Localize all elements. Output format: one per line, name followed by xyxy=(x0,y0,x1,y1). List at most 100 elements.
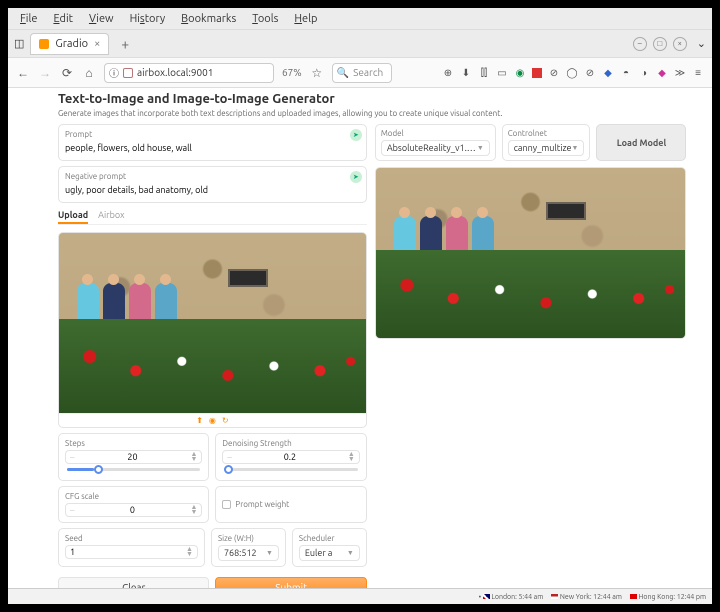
download-icon[interactable]: ⬇ xyxy=(460,67,472,79)
dice-icon[interactable]: ↻ xyxy=(222,416,229,425)
tab-close-icon[interactable]: × xyxy=(94,38,100,50)
neg-prompt-send-icon[interactable]: ➤ xyxy=(350,171,362,183)
menu-help[interactable]: Help xyxy=(286,11,325,27)
os-taskbar: • London: 5:44 am New York: 12:44 am Hon… xyxy=(8,588,712,604)
denoise-label: Denoising Strength xyxy=(222,439,359,448)
tab-airbox[interactable]: Airbox xyxy=(98,208,124,224)
new-tab-button[interactable]: + xyxy=(115,36,135,52)
browser-tab[interactable]: Gradio × xyxy=(30,33,109,55)
camera-icon[interactable]: ◉ xyxy=(209,416,216,425)
controlnet-dropdown[interactable]: canny_multize▼ xyxy=(508,140,585,156)
reader-icon[interactable]: ▭ xyxy=(496,67,508,79)
ext-circle-icon[interactable]: ◯ xyxy=(566,67,578,79)
size-label: Size (W:H) xyxy=(218,534,279,543)
prompt-input[interactable] xyxy=(65,141,360,155)
shield-icon[interactable] xyxy=(123,68,133,78)
ext-green-icon[interactable]: ◉ xyxy=(514,67,526,79)
model-panel: Model AbsoluteReality_v1.8.1_...▼ xyxy=(375,124,496,161)
overflow-icon[interactable]: ≫ xyxy=(674,67,686,79)
ext-blue-icon[interactable]: ◆ xyxy=(602,67,614,79)
denoise-number[interactable]: –▲▼ xyxy=(222,450,359,464)
submit-button[interactable]: Submit xyxy=(215,577,366,588)
home-icon[interactable]: ⌂ xyxy=(82,66,96,80)
image-source-tabs: Upload Airbox xyxy=(58,208,367,225)
denoise-slider[interactable] xyxy=(224,468,357,471)
cfg-number[interactable]: –▲▼ xyxy=(65,503,202,517)
window-close-button[interactable]: × xyxy=(673,37,687,51)
size-panel: Size (W:H) 768:512▼ xyxy=(211,528,286,567)
chevron-down-icon[interactable]: ⌄ xyxy=(697,37,706,50)
ext-slash-icon[interactable]: ⊘ xyxy=(548,67,560,79)
info-icon[interactable]: ⓘ xyxy=(109,65,119,80)
model-dropdown[interactable]: AbsoluteReality_v1.8.1_...▼ xyxy=(381,140,490,156)
denoise-input[interactable] xyxy=(232,452,348,462)
browser-toolbar: ← → ⟳ ⌂ ⓘ airbox.local:9001 67% ☆ 🔍 Sear… xyxy=(8,58,712,88)
browser-tabbar: ◫ Gradio × + – □ × ⌄ xyxy=(8,30,712,58)
output-image-box[interactable]: 📷 Output xyxy=(375,167,687,339)
toolbar-extensions: ⊕ ⬇ ⫿⫿ ▭ ◉ ⊘ ◯ ⊘ ◆ ◓ ◑ ◆ ≫ ≡ xyxy=(442,67,704,79)
ext-gem-icon[interactable]: ◆ xyxy=(656,67,668,79)
controlnet-label: Controlnet xyxy=(508,129,585,138)
page-subtitle: Generate images that incorporate both te… xyxy=(58,109,662,118)
load-model-button[interactable]: Load Model xyxy=(596,124,686,161)
input-image-preview xyxy=(59,233,366,413)
seed-label: Seed xyxy=(65,534,198,543)
neg-prompt-label: Negative prompt xyxy=(65,172,360,181)
menu-history[interactable]: History xyxy=(122,11,174,27)
seed-number[interactable]: ▲▼ xyxy=(65,545,198,559)
search-box[interactable]: 🔍 Search xyxy=(332,63,392,83)
page-title: Text-to-Image and Image-to-Image Generat… xyxy=(58,92,662,106)
ext-shield-icon[interactable]: ◓ xyxy=(620,67,632,79)
ext-red-icon[interactable] xyxy=(532,68,542,78)
menu-view[interactable]: View xyxy=(81,11,122,27)
pocket-icon[interactable]: ⊕ xyxy=(442,67,454,79)
prompt-send-icon[interactable]: ➤ xyxy=(350,129,362,141)
menu-edit[interactable]: Edit xyxy=(45,11,81,27)
cfg-label: CFG scale xyxy=(65,492,202,501)
menu-tools[interactable]: Tools xyxy=(244,11,286,27)
input-image-box[interactable]: 📷 Image ⬆ ◉ ↻ xyxy=(58,232,367,428)
url-text: airbox.local:9001 xyxy=(137,67,213,78)
size-dropdown[interactable]: 768:512▼ xyxy=(218,545,279,561)
search-icon: 🔍 xyxy=(337,67,349,79)
denoise-panel: Denoising Strength –▲▼ xyxy=(215,433,366,481)
steps-input[interactable] xyxy=(74,452,190,462)
zoom-level[interactable]: 67% xyxy=(282,67,302,78)
steps-number[interactable]: –▲▼ xyxy=(65,450,202,464)
clock-newyork: New York: 12:44 am xyxy=(551,593,622,601)
nav-forward-icon[interactable]: → xyxy=(38,66,52,80)
page-content: Text-to-Image and Image-to-Image Generat… xyxy=(8,88,712,588)
os-menubar: File Edit View History Bookmarks Tools H… xyxy=(8,8,712,30)
sidebar-toggle-icon[interactable]: ◫ xyxy=(14,37,24,50)
favicon-icon xyxy=(39,39,49,49)
url-bar[interactable]: ⓘ airbox.local:9001 xyxy=(104,63,274,83)
bookmark-star-icon[interactable]: ☆ xyxy=(310,66,324,80)
noscript-icon[interactable]: ⊘ xyxy=(584,67,596,79)
window-maximize-button[interactable]: □ xyxy=(653,37,667,51)
prompt-weight-checkbox[interactable] xyxy=(222,500,231,509)
clear-button[interactable]: Clear xyxy=(58,577,209,588)
cfg-input[interactable] xyxy=(74,505,190,515)
clock-london: • London: 5:44 am xyxy=(479,593,544,601)
library-icon[interactable]: ⫿⫿ xyxy=(478,67,490,79)
upload-icon[interactable]: ⬆ xyxy=(196,416,203,425)
reload-icon[interactable]: ⟳ xyxy=(60,66,74,80)
menu-file[interactable]: File xyxy=(12,11,45,27)
neg-prompt-input[interactable] xyxy=(65,183,360,197)
seed-input[interactable] xyxy=(70,547,186,557)
steps-slider[interactable] xyxy=(67,468,200,471)
steps-label: Steps xyxy=(65,439,202,448)
ext-dark-icon[interactable]: ◑ xyxy=(638,67,650,79)
tab-upload[interactable]: Upload xyxy=(58,208,88,224)
scheduler-label: Scheduler xyxy=(299,534,360,543)
controlnet-panel: Controlnet canny_multize▼ xyxy=(502,124,591,161)
scheduler-dropdown[interactable]: Euler a▼ xyxy=(299,545,360,561)
prompt-label: Prompt xyxy=(65,130,360,139)
window-minimize-button[interactable]: – xyxy=(633,37,647,51)
output-image-preview xyxy=(376,168,686,338)
menu-bookmarks[interactable]: Bookmarks xyxy=(173,11,244,27)
nav-back-icon[interactable]: ← xyxy=(16,66,30,80)
seed-panel: Seed ▲▼ xyxy=(58,528,205,567)
hamburger-icon[interactable]: ≡ xyxy=(692,67,704,79)
neg-prompt-panel: Negative prompt ➤ xyxy=(58,166,367,203)
